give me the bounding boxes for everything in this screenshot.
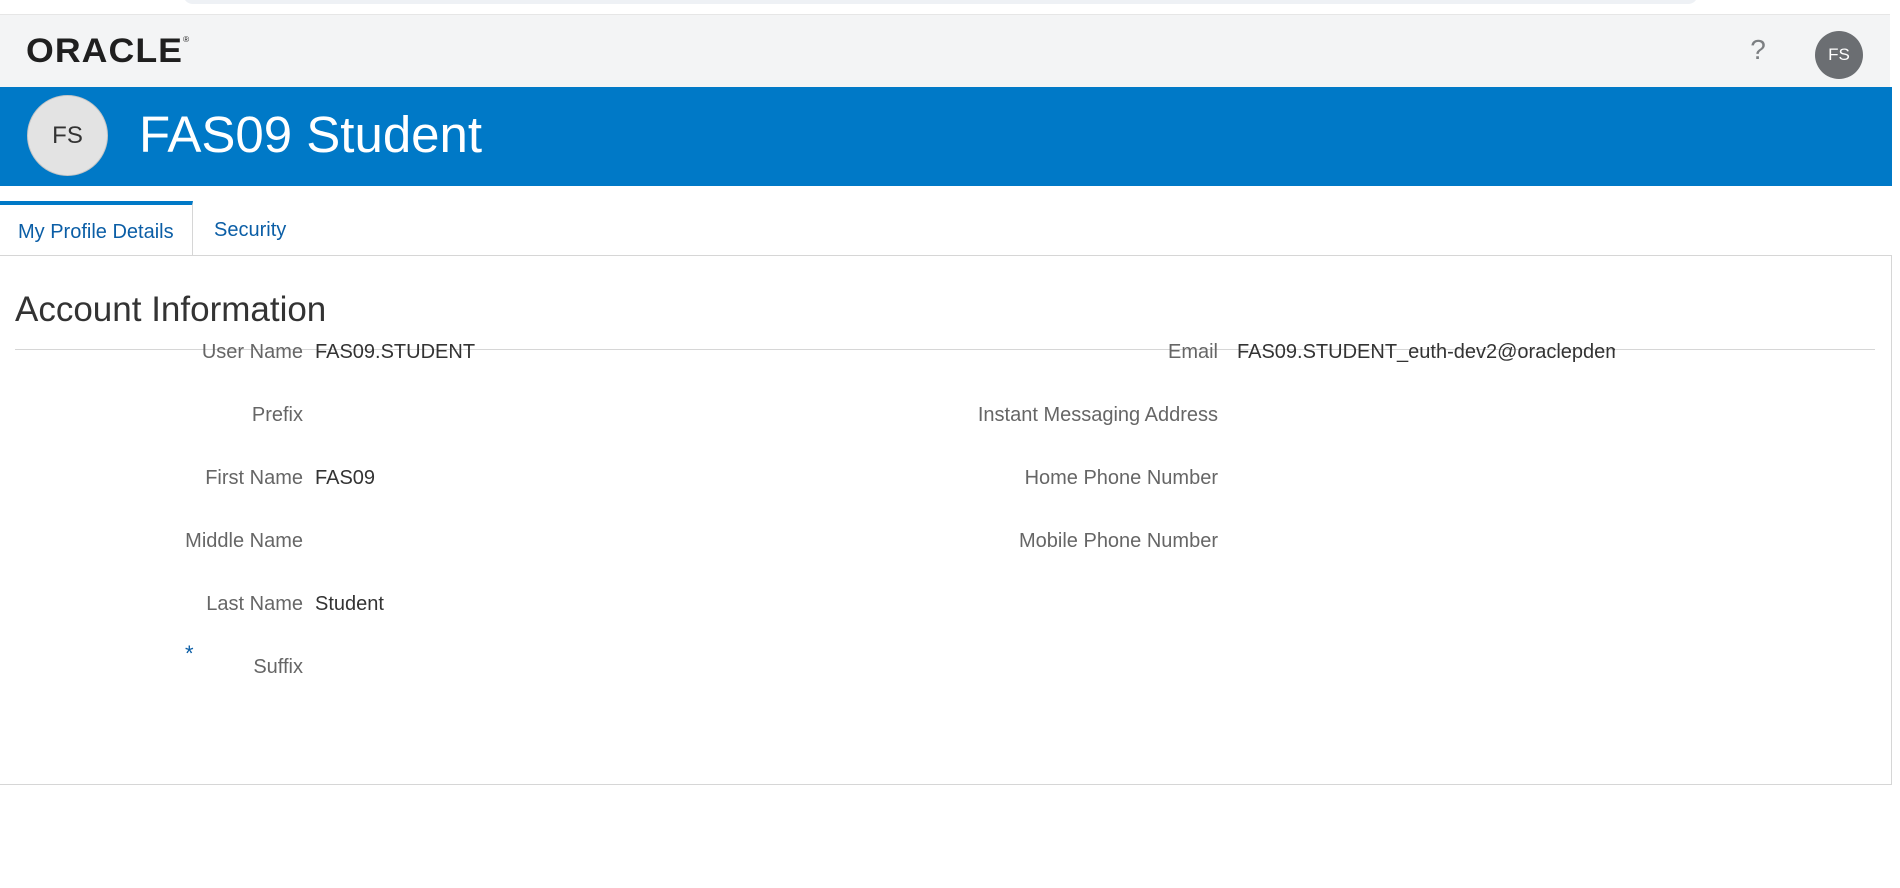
middle-name-label: Middle Name: [185, 530, 303, 552]
mobile-phone-label: Mobile Phone Number: [1019, 530, 1218, 552]
app-header: ORACLE® ? FS: [0, 14, 1890, 88]
profile-page: ORACLE® ? FS FS FAS09 Student My Profile…: [0, 0, 1900, 888]
account-information-panel: Account Information User Name FAS09.STUD…: [0, 255, 1892, 785]
help-icon[interactable]: ?: [1743, 35, 1773, 65]
section-title: Account Information: [15, 290, 327, 329]
required-indicator: *: [185, 641, 194, 666]
oracle-logo[interactable]: ORACLE®: [26, 34, 190, 68]
registered-mark: ®: [183, 35, 191, 44]
last-name-label: Last Name: [206, 593, 303, 615]
user-menu-avatar[interactable]: FS: [1815, 31, 1863, 79]
instant-messaging-label: Instant Messaging Address: [977, 404, 1218, 426]
tab-security[interactable]: Security: [196, 201, 304, 255]
suffix-label: Suffix: [253, 656, 303, 678]
profile-banner: FS FAS09 Student: [0, 87, 1892, 186]
profile-tabs: My Profile Details Security: [0, 201, 1892, 256]
email-value: FAS09.STUDENT_euth-dev2@oraclepdem: [1237, 341, 1615, 363]
oracle-logo-text: ORACLE: [26, 32, 184, 70]
address-bar-remnant: [183, 0, 1698, 4]
first-name-value: FAS09: [315, 467, 376, 489]
tab-my-profile-details[interactable]: My Profile Details: [0, 201, 193, 255]
prefix-label: Prefix: [251, 404, 303, 426]
profile-name: FAS09 Student: [139, 106, 483, 163]
last-name-value: Student: [315, 593, 384, 615]
user-name-label: User Name: [201, 341, 303, 363]
home-phone-label: Home Phone Number: [1024, 467, 1218, 489]
first-name-label: First Name: [205, 467, 303, 489]
user-name-value: FAS09.STUDENT: [315, 341, 476, 363]
email-label: Email: [1167, 341, 1218, 363]
browser-top-strip: [0, 0, 1890, 14]
profile-avatar: FS: [27, 95, 108, 176]
